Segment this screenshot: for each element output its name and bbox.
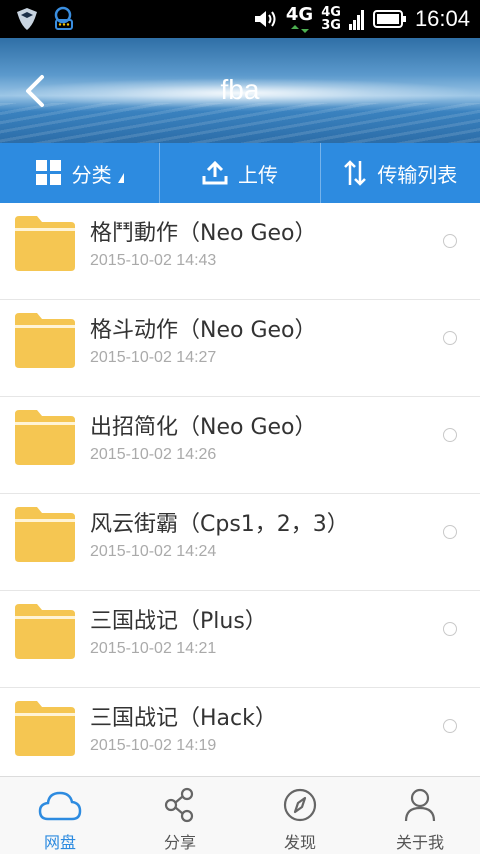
header-bar: fba — [0, 38, 480, 143]
tab-label: 网盘 — [43, 833, 76, 852]
folder-icon — [15, 216, 75, 271]
share-icon — [164, 787, 194, 823]
toolbar: 分类 上传 传输列表 — [0, 143, 480, 203]
file-name: 出招简化（Neo Geo） — [90, 415, 317, 440]
compass-icon — [283, 788, 317, 822]
file-list: 格鬥動作（Neo Geo） 2015-10-02 14:43 格斗动作（Neo … — [0, 203, 480, 776]
user-icon — [404, 788, 436, 822]
category-label: 分类 — [71, 162, 112, 187]
tab-label: 关于我 — [395, 833, 444, 852]
file-name: 格斗动作（Neo Geo） — [90, 318, 317, 343]
file-date: 2015-10-02 14:43 — [90, 252, 217, 269]
file-name: 三国战记（Plus） — [90, 609, 267, 634]
list-item[interactable]: 三国战记（Plus） 2015-10-02 14:21 — [0, 591, 480, 688]
upload-button[interactable]: 上传 — [160, 143, 319, 203]
cloud-icon — [38, 791, 82, 821]
select-radio[interactable] — [443, 525, 457, 539]
file-name: 风云街霸（Cps1，2，3） — [90, 512, 349, 537]
transfer-list-label: 传输列表 — [377, 162, 458, 187]
folder-icon — [15, 313, 75, 368]
file-name: 三国战记（Hack） — [90, 706, 277, 731]
tab-label: 发现 — [283, 833, 316, 852]
caret-icon — [117, 173, 124, 183]
transfer-list-button[interactable]: 传输列表 — [321, 143, 480, 203]
list-item[interactable]: 格鬥動作（Neo Geo） 2015-10-02 14:43 — [0, 203, 480, 300]
clock: 16:04 — [414, 6, 470, 31]
folder-icon — [15, 604, 75, 659]
folder-icon — [15, 410, 75, 465]
transfer-icon — [344, 160, 367, 186]
tab-discover[interactable]: 发现 — [240, 777, 360, 854]
file-name: 格鬥動作（Neo Geo） — [90, 221, 317, 246]
chat-notification-icon — [54, 6, 73, 30]
category-button[interactable]: 分类 — [0, 143, 159, 203]
list-item[interactable]: 三国战记（Hack） 2015-10-02 14:19 — [0, 688, 480, 776]
shield-icon — [17, 8, 37, 30]
status-bar: 4G 4G 3G 16:04 — [0, 0, 480, 38]
folder-icon — [15, 701, 75, 756]
select-radio[interactable] — [443, 428, 457, 442]
select-radio[interactable] — [443, 719, 457, 733]
tab-label: 分享 — [163, 833, 196, 852]
file-date: 2015-10-02 14:19 — [90, 737, 217, 754]
folder-icon — [15, 507, 75, 562]
list-item[interactable]: 风云街霸（Cps1，2，3） 2015-10-02 14:24 — [0, 494, 480, 591]
volume-icon — [254, 11, 276, 27]
list-item[interactable]: 格斗动作（Neo Geo） 2015-10-02 14:27 — [0, 300, 480, 397]
tab-cloud-drive[interactable]: 网盘 — [0, 777, 120, 854]
grid-icon — [35, 160, 61, 185]
upload-icon — [202, 160, 228, 185]
page-title: fba — [220, 74, 260, 105]
file-date: 2015-10-02 14:21 — [90, 640, 217, 657]
file-date: 2015-10-02 14:26 — [90, 446, 217, 463]
upload-label: 上传 — [237, 162, 278, 187]
battery-icon — [372, 10, 406, 28]
select-radio[interactable] — [443, 234, 457, 248]
bottom-nav: 网盘 分享 发现 关于我 — [0, 776, 480, 854]
file-date: 2015-10-02 14:24 — [90, 543, 217, 560]
list-item[interactable]: 出招简化（Neo Geo） 2015-10-02 14:26 — [0, 397, 480, 494]
select-radio[interactable] — [443, 622, 457, 636]
tab-about-me[interactable]: 关于我 — [360, 777, 480, 854]
select-radio[interactable] — [443, 331, 457, 345]
network-type-3: 3G — [321, 18, 341, 33]
data-arrows-icon — [290, 25, 309, 33]
network-type-1: 4G — [285, 4, 314, 25]
signal-icon — [348, 10, 364, 30]
file-date: 2015-10-02 14:27 — [90, 349, 217, 366]
tab-share[interactable]: 分享 — [120, 777, 240, 854]
